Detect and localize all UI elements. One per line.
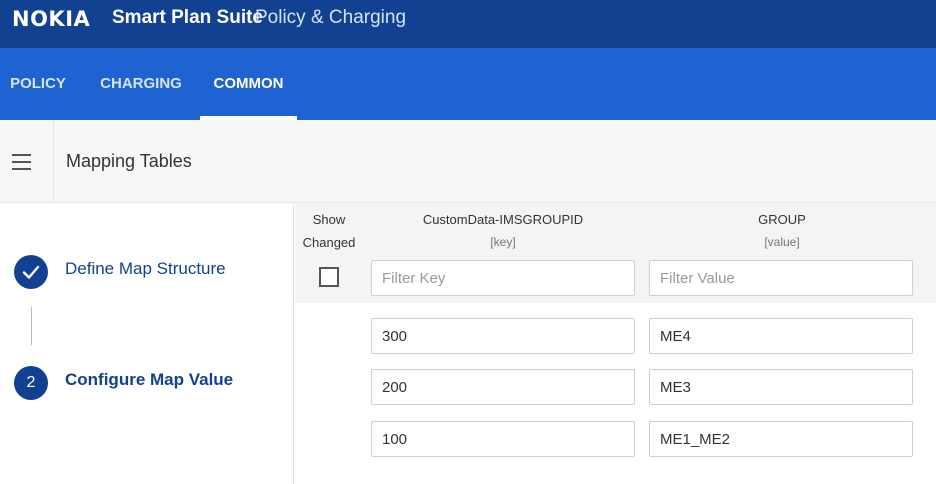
page-title: Mapping Tables [66, 151, 192, 171]
key-column-header: CustomData-IMSGROUPID [key] [375, 208, 631, 254]
step-configure-map-value[interactable]: Configure Map Value [65, 370, 233, 390]
hamburger-menu-icon[interactable] [0, 120, 54, 203]
row-key-input[interactable] [371, 318, 635, 354]
value-column-subtitle: [value] [764, 235, 800, 249]
key-column-title: CustomData-IMSGROUPID [422, 212, 584, 227]
row-value-input[interactable] [649, 318, 913, 354]
top-bar: NOKIA Smart Plan Suite Policy & Charging [0, 0, 936, 48]
key-column-subtitle: [key] [490, 235, 516, 249]
mapping-table-body [295, 303, 936, 484]
checkmark-icon [14, 255, 48, 289]
filter-key-input[interactable] [371, 260, 635, 296]
value-column-title: GROUP [758, 212, 806, 227]
show-changed-header: Show Changed [295, 208, 363, 254]
app-title: Smart Plan Suite [112, 7, 263, 28]
step-number-badge: 2 [14, 366, 48, 400]
checkmark-icon [22, 265, 40, 279]
show-changed-line2: Changed [302, 235, 356, 250]
row-key-input[interactable] [371, 421, 635, 457]
show-changed-line1: Show [312, 212, 346, 227]
page-header: Mapping Tables [0, 120, 936, 203]
filter-value-input[interactable] [649, 260, 913, 296]
row-value-input[interactable] [649, 369, 913, 405]
tab-policy[interactable]: POLICY [0, 48, 76, 120]
wizard-steps: Define Map Structure 2 Configure Map Val… [0, 203, 294, 484]
tab-common[interactable]: COMMON [200, 48, 297, 120]
step-define-map-structure[interactable]: Define Map Structure [65, 259, 226, 279]
main-nav: POLICY CHARGING COMMON [0, 48, 936, 120]
value-column-header: GROUP [value] [651, 208, 913, 254]
step-connector [31, 307, 32, 345]
mapping-table-header: Show Changed CustomData-IMSGROUPID [key]… [295, 203, 936, 303]
app-subtitle: Policy & Charging [255, 7, 407, 28]
nokia-logo: NOKIA [12, 7, 91, 31]
row-key-input[interactable] [371, 369, 635, 405]
row-value-input[interactable] [649, 421, 913, 457]
tab-charging[interactable]: CHARGING [90, 48, 192, 120]
show-changed-checkbox[interactable] [319, 267, 339, 287]
